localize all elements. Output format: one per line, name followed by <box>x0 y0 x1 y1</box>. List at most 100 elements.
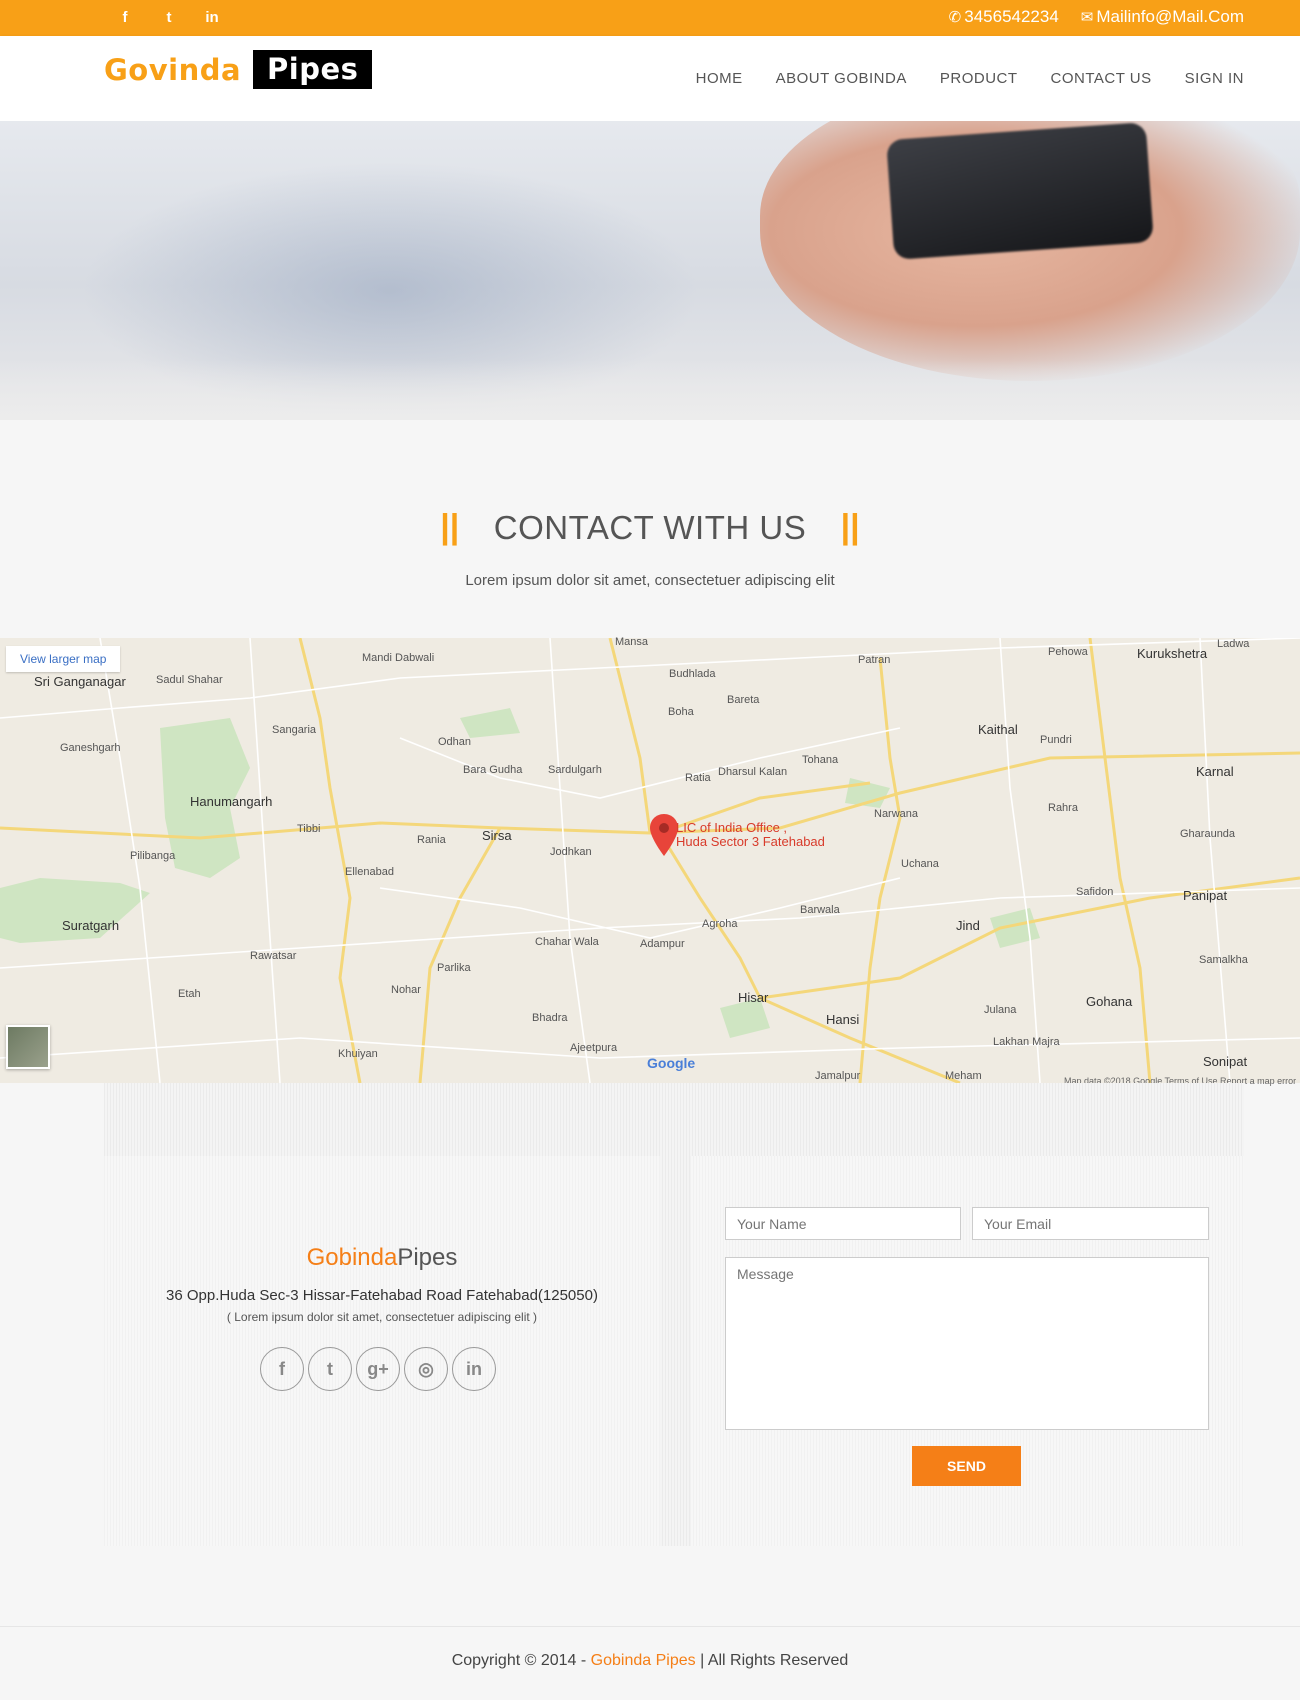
map-marker-icon[interactable] <box>650 814 678 856</box>
marker-label-line1: LIC of India Office , <box>676 820 788 835</box>
twitter-icon[interactable]: t <box>160 9 178 27</box>
map-place: Hansi <box>826 1012 860 1027</box>
map-place: Chahar Wala <box>535 936 599 948</box>
facebook-icon[interactable]: f <box>116 9 134 27</box>
map-place: Karnal <box>1196 764 1234 779</box>
map-place: Tohana <box>802 754 839 766</box>
nav-sign-in[interactable]: SIGN IN <box>1185 70 1244 87</box>
map-place: Rania <box>417 834 446 846</box>
email-link[interactable]: ✉ Mailinfo@Mail.Com <box>1081 7 1244 27</box>
map-place: Nohar <box>391 984 421 996</box>
map-place: Uchana <box>901 858 939 870</box>
map-roads <box>0 638 1300 1083</box>
site-footer: Copyright © 2014 - Gobinda Pipes | All R… <box>0 1652 1300 1670</box>
map-place: Sardulgarh <box>548 764 602 776</box>
google-logo: Google <box>647 1055 696 1071</box>
dribbble-icon[interactable]: ◎ <box>404 1347 448 1391</box>
map-place: Ladwa <box>1217 638 1250 650</box>
hero-phone <box>886 122 1154 260</box>
phone-icon: ✆ <box>948 9 962 26</box>
send-button[interactable]: SEND <box>912 1446 1021 1486</box>
map-place: Mandi Dabwali <box>362 652 435 664</box>
map-place: Bareta <box>727 694 760 706</box>
nav-product[interactable]: PRODUCT <box>940 70 1018 87</box>
phone-link[interactable]: ✆ 3456542234 <box>949 7 1059 27</box>
map-place: Safidon <box>1076 886 1114 898</box>
nav-contact[interactable]: CONTACT US <box>1051 70 1152 87</box>
message-field[interactable] <box>725 1257 1209 1430</box>
contact-info: ✆ 3456542234 ✉ Mailinfo@Mail.Com <box>949 7 1244 27</box>
map-place: Sri Ganganagar <box>34 674 126 689</box>
contact-address-note: ( Lorem ipsum dolor sit amet, consectetu… <box>226 1310 538 1324</box>
email-address: Mailinfo@Mail.Com <box>1096 7 1244 26</box>
section-subtitle: Lorem ipsum dolor sit amet, consectetuer… <box>465 572 835 589</box>
map-place: Panipat <box>1183 888 1228 903</box>
facebook-icon[interactable]: f <box>260 1347 304 1391</box>
map-place: Kaithal <box>978 722 1018 737</box>
satellite-toggle[interactable] <box>6 1025 50 1069</box>
map-place: Tibbi <box>297 823 321 835</box>
map-place: Boha <box>668 706 694 718</box>
linkedin-icon[interactable]: in <box>203 9 221 27</box>
map-place: Sadul Shahar <box>156 674 223 686</box>
map-place: Suratgarh <box>62 918 120 933</box>
map-place: Pehowa <box>1048 646 1088 658</box>
map-place: Bara Gudha <box>463 764 523 776</box>
name-field[interactable] <box>725 1207 961 1240</box>
nav-home[interactable]: HOME <box>696 70 743 87</box>
main-nav: HOME ABOUT GOBINDA PRODUCT CONTACT US SI… <box>696 70 1244 87</box>
envelope-icon: ✉ <box>1080 9 1094 26</box>
view-larger-map-link[interactable]: View larger map <box>6 646 121 672</box>
email-field[interactable] <box>972 1207 1209 1240</box>
map-place: Jind <box>956 918 980 933</box>
map-place: Dharsul Kalan <box>718 766 788 778</box>
map-place: Parlika <box>437 962 471 974</box>
nav-about[interactable]: ABOUT GOBINDA <box>776 70 907 87</box>
footer-suffix: | All Rights Reserved <box>700 1652 849 1669</box>
map-place: Ganeshgarh <box>60 742 121 754</box>
map-place: Jamalpur <box>815 1070 861 1082</box>
marker-label-line2: Huda Sector 3 Fatehabad <box>676 834 825 849</box>
map-place: Barwala <box>800 904 840 916</box>
brand-orange: Gobinda <box>306 1244 398 1271</box>
footer-divider <box>0 1626 1300 1627</box>
map-place: Budhlada <box>669 668 716 680</box>
map-place: Ajeetpura <box>570 1042 618 1054</box>
map-place: Gohana <box>1086 994 1133 1009</box>
map-place: Kurukshetra <box>1137 646 1208 661</box>
google-plus-icon[interactable]: g+ <box>356 1347 400 1391</box>
map-place: Sonipat <box>1203 1054 1248 1069</box>
footer-prefix: Copyright © 2014 - <box>451 1652 587 1669</box>
map-place: Rahra <box>1048 802 1078 814</box>
map-place: Sangaria <box>272 724 317 736</box>
google-map[interactable]: View larger map <box>0 638 1300 1083</box>
twitter-icon[interactable]: t <box>308 1347 352 1391</box>
map-marker-label: LIC of India Office , Huda Sector 3 Fate… <box>676 821 825 849</box>
brand-dark: Pipes <box>397 1244 458 1271</box>
map-place: Meham <box>945 1070 982 1082</box>
hero-floor <box>0 360 1300 420</box>
map-place: Jodhkan <box>550 846 592 858</box>
contact-address: 36 Opp.Huda Sec-3 Hissar-Fatehabad Road … <box>166 1287 598 1304</box>
logo-text-pipes: Pipes <box>253 50 373 89</box>
top-bar: f t in ✆ 3456542234 ✉ Mailinfo@Mail.Com <box>0 0 1300 36</box>
map-place: Ellenabad <box>345 866 394 878</box>
hero-banner-image <box>0 121 1300 420</box>
contact-brand: GobindaPipes <box>104 1244 660 1272</box>
contact-social-icons: f t g+ ◎ in <box>260 1347 496 1391</box>
map-place: Sirsa <box>482 828 512 843</box>
site-logo[interactable]: Govinda Pipes <box>104 50 373 89</box>
map-place: Julana <box>984 1004 1017 1016</box>
map-place: Patran <box>858 654 891 666</box>
map-place: Gharaunda <box>1180 828 1236 840</box>
section-title: CONTACT WITH US <box>493 508 807 546</box>
site-header: Govinda Pipes HOME ABOUT GOBINDA PRODUCT… <box>0 36 1300 121</box>
map-place: Hisar <box>738 990 769 1005</box>
map-place: Samalkha <box>1199 954 1248 966</box>
linkedin-icon[interactable]: in <box>452 1347 496 1391</box>
map-place: Odhan <box>438 736 472 748</box>
map-place: Rawatsar <box>250 950 297 962</box>
footer-brand-link[interactable]: Gobinda Pipes <box>591 1652 696 1669</box>
heading-bars-left: || <box>440 508 460 546</box>
map-place: Pilibanga <box>130 850 176 862</box>
